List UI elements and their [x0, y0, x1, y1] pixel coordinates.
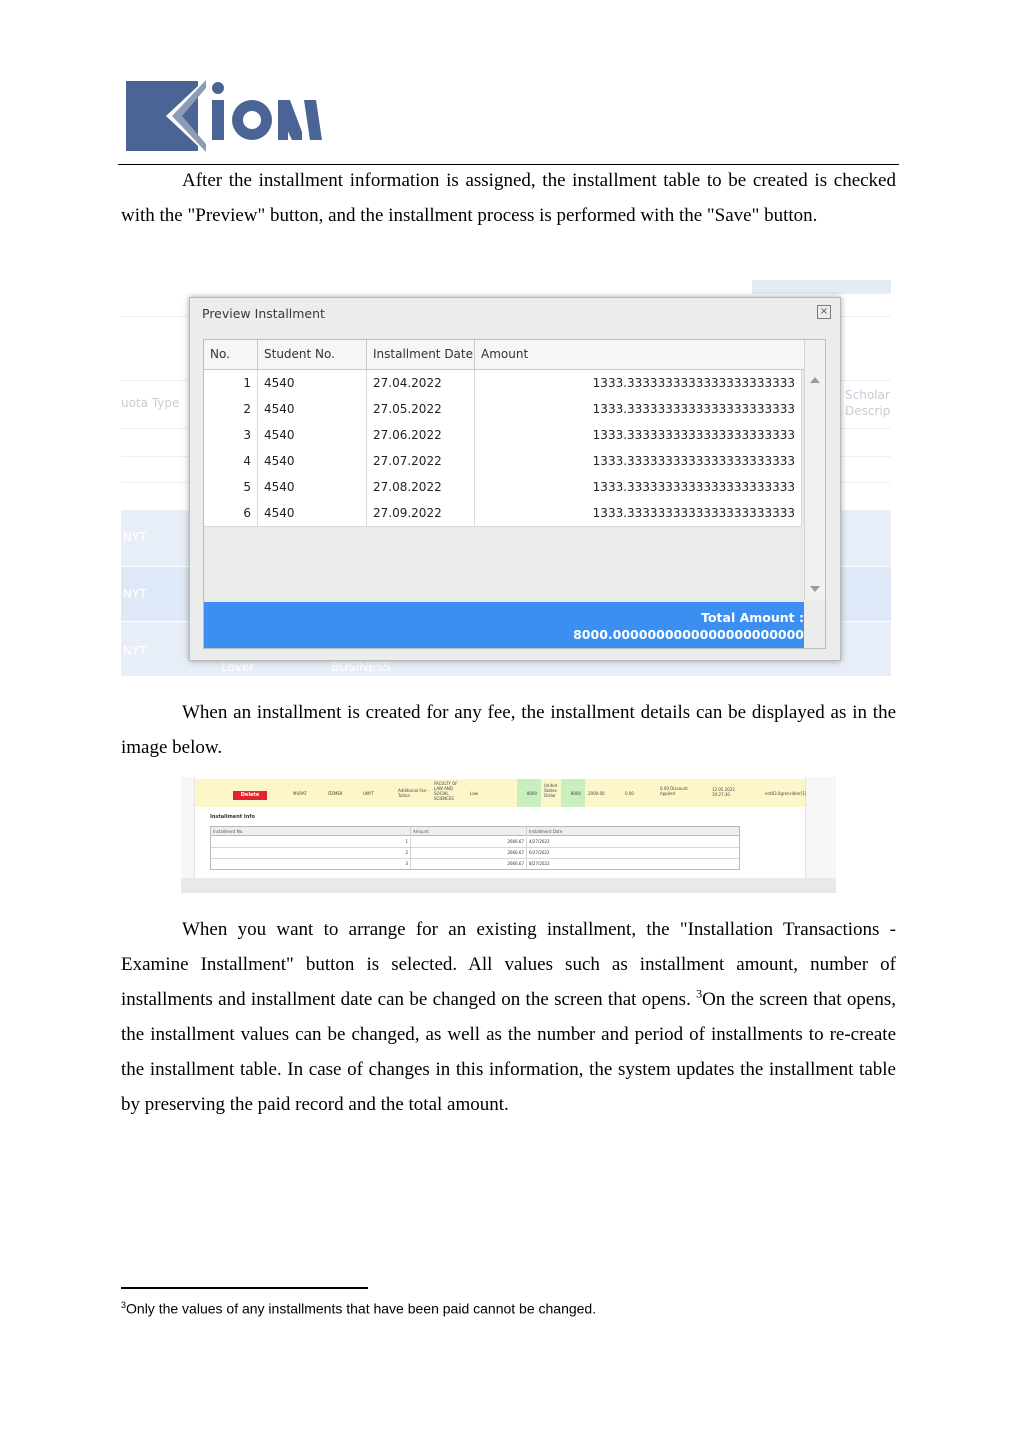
code: UNYT: [363, 791, 374, 796]
scroll-down-icon[interactable]: [810, 586, 820, 592]
total-amount-label: Total Amount :: [701, 610, 804, 625]
cell-date: 27.08.2022: [367, 474, 475, 500]
department: Law: [470, 791, 478, 796]
cell-date: 27.06.2022: [367, 422, 475, 448]
last-name: ÖZMEK: [328, 791, 343, 796]
table-row[interactable]: 2 4540 27.05.2022 1333.33333333333333333…: [204, 396, 802, 423]
table-row[interactable]: 1 4540 27.04.2022 1333.33333333333333333…: [204, 370, 802, 397]
cell-amount: 1333.3333333333333333333333: [475, 422, 802, 448]
fee-row[interactable]: Delete MURAT ÖZMEK UNYT Additional Fee -…: [195, 779, 807, 807]
background-label: NYT: [123, 530, 147, 544]
installment-details-screenshot: Delete MURAT ÖZMEK UNYT Additional Fee -…: [181, 777, 836, 893]
cell-no: 2: [204, 396, 258, 422]
cell-amount: 2666.67: [411, 859, 527, 869]
cell-amount: 1333.3333333333333333333333: [475, 474, 802, 500]
cell-date: 27.05.2022: [367, 396, 475, 422]
cell-date: 4/27/2022: [529, 839, 550, 844]
currency: United States Dollar: [544, 783, 558, 798]
background-label: Lover: [221, 660, 255, 674]
preview-installment-screenshot: uota Type Scholar Descrip NYT NYT NYT Lo…: [121, 280, 891, 676]
table-row[interactable]: 1 2666.67 4/27/2022: [211, 837, 739, 848]
column-header-installment-date[interactable]: Installment Date: [367, 340, 475, 369]
background-label: uota Type: [121, 396, 180, 410]
remaining-amount: 0.00: [625, 791, 634, 796]
table-row[interactable]: 2 2666.67 6/27/2022: [211, 848, 739, 859]
scroll-up-icon[interactable]: [810, 377, 820, 383]
background-label: Scholar: [845, 388, 890, 402]
cell-date: 27.09.2022: [367, 500, 475, 526]
cell-no: 1: [204, 370, 258, 396]
paragraph-preview: After the installment information is ass…: [121, 170, 896, 226]
installment-info-title: Installment Info: [210, 814, 255, 820]
column-header-amount[interactable]: Amount: [475, 340, 804, 369]
discount: 0.00 Discount Applied: [660, 786, 688, 796]
cell-installment-no: 1: [211, 837, 411, 847]
cell-amount: 1333.3333333333333333333333: [475, 448, 802, 474]
user: ent03.0grencibler[1]: [765, 791, 807, 796]
cell-no: 4: [204, 448, 258, 474]
table-row[interactable]: 4 4540 27.07.2022 1333.33333333333333333…: [204, 448, 802, 475]
footnote-rule: [121, 1287, 368, 1289]
background-label: NYT: [123, 644, 147, 658]
footnote: 3Only the values of any installments tha…: [121, 1300, 596, 1317]
cell-amount: 1333.3333333333333333333333: [475, 500, 802, 526]
first-name: MURAT: [293, 791, 307, 796]
kion-logo: [126, 80, 322, 152]
table-row[interactable]: 3 2666.67 8/27/2022: [211, 859, 739, 869]
grid-scrollbar[interactable]: [804, 340, 825, 600]
details-panel: Delete MURAT ÖZMEK UNYT Additional Fee -…: [194, 777, 806, 878]
amount: 8000: [526, 791, 537, 796]
cell-amount: 1333.3333333333333333333333: [475, 396, 802, 422]
cell-date: 27.04.2022: [367, 370, 475, 396]
delete-button[interactable]: Delete: [233, 791, 267, 800]
grid-header: No. Student No. Installment Date Amount: [204, 340, 804, 370]
cell-student-no: 4540: [258, 370, 367, 396]
preview-installment-dialog: Preview Installment × No. Student No. In…: [189, 297, 841, 661]
cell-no: 6: [204, 500, 258, 526]
cell-installment-no: 2: [211, 848, 411, 858]
details-footer-strip: [181, 878, 836, 893]
paid-amount: 2000.00: [588, 791, 605, 796]
footnote-text: Only the values of any installments that…: [126, 1300, 597, 1317]
date: 12.05.2022 10:27:30: [712, 787, 735, 797]
faculty: FACULTY OF LAW AND SOCIAL SCIENCES: [434, 781, 458, 801]
cell-student-no: 4540: [258, 448, 367, 474]
background-label: NYT: [123, 587, 147, 601]
total-amount-value: 8000.0000000000000000000000: [573, 627, 804, 642]
cell-student-no: 4540: [258, 500, 367, 526]
cell-student-no: 4540: [258, 422, 367, 448]
cell-date: 27.07.2022: [367, 448, 475, 474]
background-label: BUSINESS: [331, 660, 391, 674]
background-label: Descrip: [845, 404, 891, 418]
cell-amount: 2666.67: [411, 837, 527, 847]
column-header-student-no[interactable]: Student No.: [258, 340, 367, 369]
paragraph-details: When an installment is created for any f…: [121, 702, 896, 758]
cell-date: 6/27/2022: [529, 850, 550, 855]
table-row[interactable]: 6 4540 27.09.2022 1333.33333333333333333…: [204, 500, 802, 527]
cell-student-no: 4540: [258, 474, 367, 500]
table-row[interactable]: 3 4540 27.06.2022 1333.33333333333333333…: [204, 422, 802, 449]
installment-info-table: Installment No. Amount Installment Date …: [210, 826, 740, 870]
cell-no: 5: [204, 474, 258, 500]
column-header-amount[interactable]: Amount: [411, 827, 527, 836]
column-header-installment-no[interactable]: Installment No.: [211, 827, 411, 836]
column-header-installment-date[interactable]: Installment Date: [527, 827, 739, 836]
table-row[interactable]: 5 4540 27.08.2022 1333.33333333333333333…: [204, 474, 802, 501]
cell-amount: 2666.67: [411, 848, 527, 858]
column-header-no[interactable]: No.: [204, 340, 258, 369]
amount-2: 8000: [570, 791, 581, 796]
installment-grid: No. Student No. Installment Date Amount …: [203, 339, 826, 649]
cell-amount: 1333.3333333333333333333333: [475, 370, 802, 396]
cell-student-no: 4540: [258, 396, 367, 422]
cell-date: 8/27/2022: [529, 861, 550, 866]
total-amount-bar: Total Amount : 8000.00000000000000000000…: [204, 602, 804, 648]
dialog-title: Preview Installment: [202, 306, 325, 321]
cell-installment-no: 3: [211, 859, 411, 869]
close-icon[interactable]: ×: [817, 305, 831, 319]
cell-no: 3: [204, 422, 258, 448]
paragraph-examine: When you want to arrange for an existing…: [121, 912, 896, 1122]
background-strip: [752, 280, 891, 294]
fee-type: Additional Fee - Tution: [398, 788, 430, 798]
